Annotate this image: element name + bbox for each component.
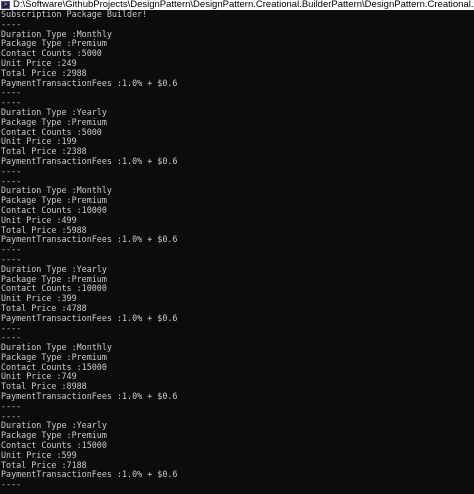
console-window: > D:\Software\GithubProjects\DesignPatte… — [0, 0, 474, 494]
console-line: PaymentTransactionFees :1.0% + $0.6 — [1, 77, 178, 88]
console-app-icon: > — [1, 1, 10, 9]
console-line: ---- — [1, 87, 22, 98]
console-line: PaymentTransactionFees :1.0% + $0.6 — [1, 469, 178, 480]
console-line: ---- — [1, 165, 22, 176]
console-line: Subscription Package Builder! — [1, 10, 148, 19]
title-bar[interactable]: > D:\Software\GithubProjects\DesignPatte… — [0, 0, 474, 10]
console-line: PaymentTransactionFees :1.0% + $0.6 — [1, 155, 178, 166]
window-title: D:\Software\GithubProjects\DesignPattern… — [13, 0, 474, 10]
console-line: ---- — [1, 322, 22, 333]
console-line: PaymentTransactionFees :1.0% + $0.6 — [1, 391, 178, 402]
console-line: ---- — [1, 244, 22, 255]
console-line: ---- — [1, 479, 22, 490]
console-line: PaymentTransactionFees :1.0% + $0.6 — [1, 234, 178, 245]
console-output[interactable]: Subscription Package Builder! ---- Duratio… — [1, 10, 471, 494]
console-line: ---- — [1, 400, 22, 411]
console-line: PaymentTransactionFees :1.0% + $0.6 — [1, 312, 178, 323]
